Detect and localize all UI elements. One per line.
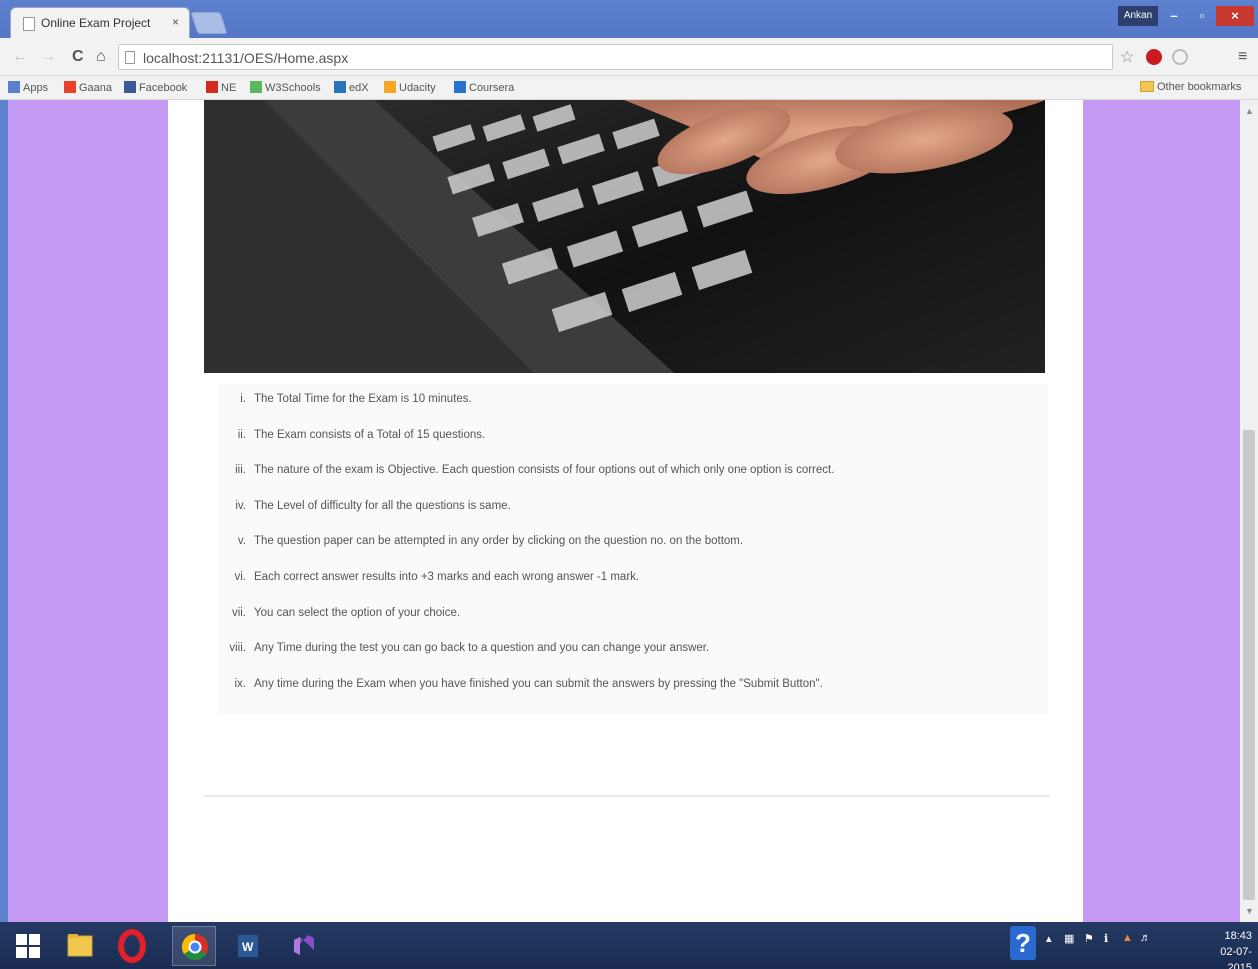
rule-item: i. The Total Time for the Exam is 10 minu… xyxy=(240,393,472,405)
new-tab-button[interactable] xyxy=(190,12,228,34)
maximize-button[interactable]: ▫ xyxy=(1188,6,1216,26)
reload-icon[interactable]: C xyxy=(72,48,84,66)
folder-icon xyxy=(1140,81,1154,92)
rule-item: v. The question paper can be attempted in… xyxy=(237,535,744,548)
gaana-icon xyxy=(64,81,76,93)
menu-icon[interactable]: ≡ xyxy=(1238,48,1247,66)
page-content: i. The Total Time for the Exam is 10 minu… xyxy=(168,100,1083,922)
bookmark-apps[interactable]: Apps xyxy=(8,81,48,94)
windows-taskbar: W ? ▴ ▦ ⚑ ℹ ▲ ♬ 18:43 02-07-2015 xyxy=(0,922,1258,969)
bookmark-udacity[interactable]: Udacity xyxy=(384,81,436,94)
rule-item: vii. You can select the option of your ch… xyxy=(231,606,461,619)
rule-item: vi. Each correct answer results into +3 m… xyxy=(234,570,640,583)
url-text: localhost:21131/OES/Home.aspx xyxy=(143,50,349,66)
tab-title: Online Exam Project xyxy=(41,16,151,30)
svg-text:W: W xyxy=(242,940,254,954)
scroll-down-icon[interactable]: ▼ xyxy=(1245,906,1254,916)
apps-icon xyxy=(8,81,20,93)
udacity-icon xyxy=(384,81,396,93)
minimize-button[interactable]: – xyxy=(1160,6,1188,26)
windows-start-icon[interactable] xyxy=(6,926,50,966)
help-icon[interactable]: ? xyxy=(1010,926,1036,960)
page-icon xyxy=(23,17,35,31)
bookmark-edx[interactable]: edX xyxy=(334,81,369,94)
keyboard-hero-image xyxy=(204,100,1045,373)
page-viewport: i. The Total Time for the Exam is 10 minu… xyxy=(0,100,1258,922)
chrome-browser-icon[interactable] xyxy=(172,926,216,966)
rule-item: ii. The Exam consists of a Total of 15 qu… xyxy=(237,428,486,441)
coursera-icon xyxy=(454,81,466,93)
bookmark-ne[interactable]: NE xyxy=(206,81,236,94)
ne-icon xyxy=(206,81,218,93)
edx-icon xyxy=(334,81,346,93)
bookmark-gaana[interactable]: Gaana xyxy=(64,81,112,94)
browser-titlebar: Online Exam Project × Ankan – ▫ × xyxy=(0,0,1258,38)
tray-flag-icon[interactable]: ⚑ xyxy=(1084,932,1094,945)
file-explorer-icon[interactable] xyxy=(58,926,102,966)
user-profile-badge[interactable]: Ankan xyxy=(1118,6,1158,26)
bookmark-facebook[interactable]: Facebook xyxy=(124,81,187,94)
w3schools-icon xyxy=(250,81,262,93)
page-icon xyxy=(125,51,135,64)
home-icon[interactable]: ⌂ xyxy=(96,48,106,66)
scrollbar-thumb[interactable] xyxy=(1243,430,1255,900)
clock-time: 18:43 xyxy=(1224,930,1252,942)
rule-item: iv. The Level of difficulty for all the q… xyxy=(235,499,511,512)
scroll-up-icon[interactable]: ▲ xyxy=(1245,106,1254,116)
tray-volume-icon[interactable]: ♬ xyxy=(1140,932,1151,944)
exam-rules-list: i. The Total Time for the Exam is 10 minu… xyxy=(218,390,1048,710)
word-icon[interactable]: W xyxy=(226,926,270,966)
tray-info-icon[interactable]: ℹ xyxy=(1104,932,1108,945)
window-edge xyxy=(0,100,8,922)
back-icon[interactable]: ← xyxy=(12,48,28,66)
clock-date: 02-07-2015 xyxy=(1220,946,1252,969)
opera-browser-icon[interactable] xyxy=(110,926,154,966)
extension-icon[interactable] xyxy=(1172,49,1188,65)
browser-toolbar: ← → C ⌂ localhost:21131/OES/Home.aspx ☆ … xyxy=(0,38,1258,76)
taskbar-clock[interactable]: 18:43 02-07-2015 xyxy=(1196,928,1252,969)
other-bookmarks[interactable]: Other bookmarks xyxy=(1140,81,1241,93)
visual-studio-icon[interactable] xyxy=(282,926,326,966)
facebook-icon xyxy=(124,81,136,93)
close-window-button[interactable]: × xyxy=(1216,6,1254,26)
adblock-extension-icon[interactable] xyxy=(1146,49,1162,65)
address-bar[interactable]: localhost:21131/OES/Home.aspx xyxy=(118,44,1113,70)
bookmark-coursera[interactable]: Coursera xyxy=(454,81,514,94)
rule-item: ix. Any time during the Exam when you hav… xyxy=(234,677,823,690)
forward-icon[interactable]: → xyxy=(40,48,56,66)
bookmark-w3schools[interactable]: W3Schools xyxy=(250,81,321,94)
divider xyxy=(204,795,1049,797)
browser-tab[interactable]: Online Exam Project × xyxy=(10,7,190,38)
rule-item: iii. The nature of the exam is Objective.… xyxy=(235,464,835,477)
bookmark-star-icon[interactable]: ☆ xyxy=(1120,47,1134,67)
tray-warning-icon[interactable]: ▲ xyxy=(1122,932,1133,944)
rule-item: viii. Any Time during the test you can go… xyxy=(229,642,710,655)
tab-close-icon[interactable]: × xyxy=(172,15,179,29)
bookmarks-bar: Apps Gaana Facebook NE W3Schools edX Uda… xyxy=(0,76,1258,100)
tray-overflow-icon[interactable]: ▴ xyxy=(1046,932,1052,945)
tray-network-icon[interactable]: ▦ xyxy=(1064,932,1074,945)
vertical-scrollbar[interactable]: ▲ ▼ xyxy=(1240,100,1258,922)
